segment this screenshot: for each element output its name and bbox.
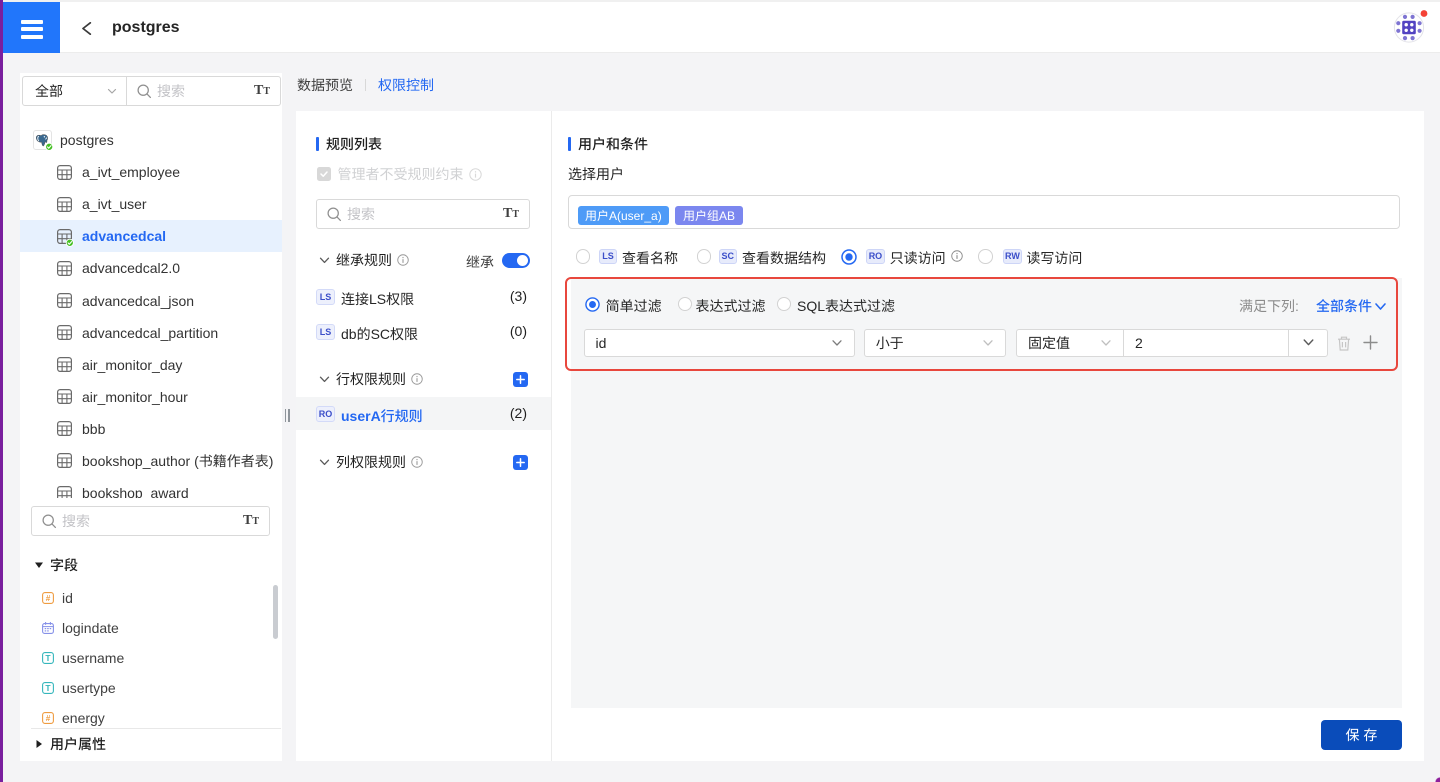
- svg-text:T: T: [45, 653, 51, 663]
- svg-text:#: #: [46, 594, 51, 603]
- svg-text:T: T: [45, 683, 51, 693]
- svg-text:#: #: [46, 714, 51, 723]
